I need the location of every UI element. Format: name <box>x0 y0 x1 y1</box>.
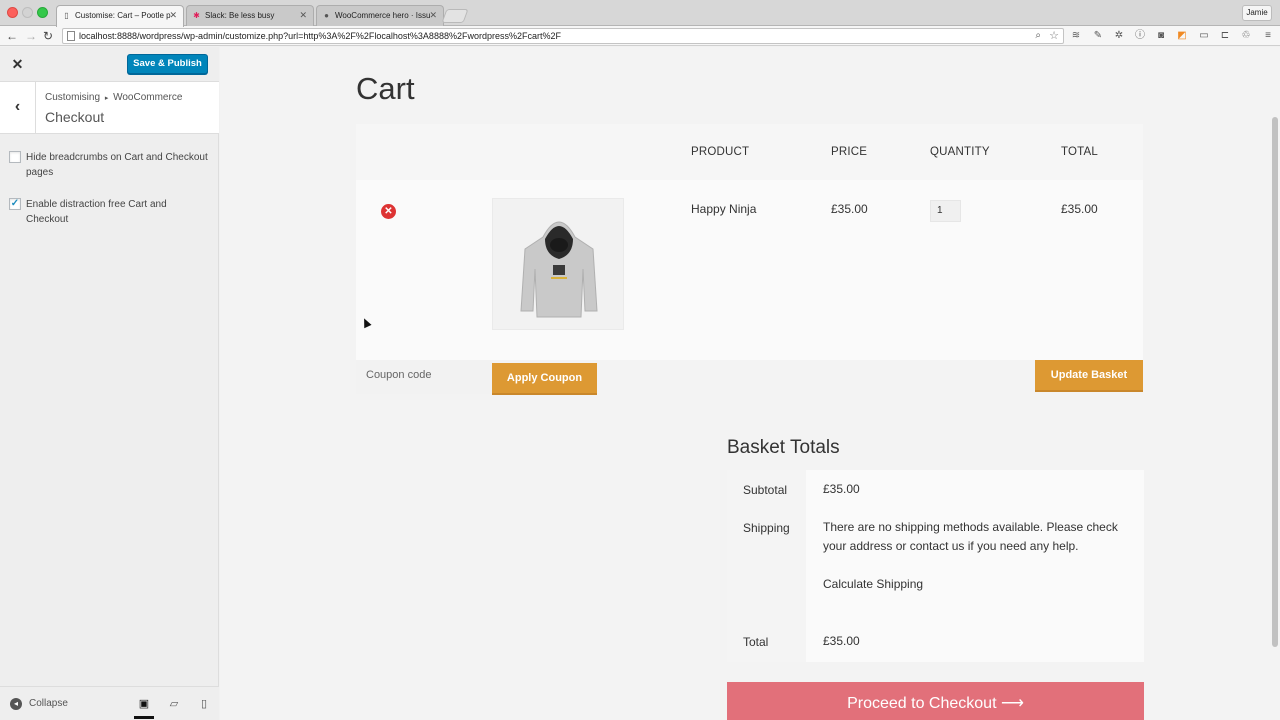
mobile-preview-icon[interactable]: ▯ <box>194 695 214 715</box>
back-icon[interactable]: ← <box>6 27 18 45</box>
tab-title: Customise: Cart – Pootle p <box>75 11 171 20</box>
checkout-label: Proceed to Checkout <box>847 695 997 712</box>
shipping-message: There are no shipping methods available.… <box>823 520 1118 553</box>
tab-title: WooCommerce hero · Issu <box>335 11 431 20</box>
tab-title: Slack: Be less busy <box>205 11 275 20</box>
col-total: TOTAL <box>1061 146 1098 158</box>
chart-extension-icon[interactable]: ◩ <box>1176 30 1188 42</box>
option-distraction-free[interactable]: ✓ Enable distraction free Cart and Check… <box>9 197 209 227</box>
page-info-icon <box>67 31 75 41</box>
cast-extension-icon[interactable]: ⊏ <box>1219 30 1231 42</box>
pocket-extension-icon[interactable]: ♲ <box>1240 30 1252 42</box>
bookmark-star-icon[interactable]: ☆ <box>1049 29 1059 43</box>
col-price: PRICE <box>831 146 868 158</box>
camera-extension-icon[interactable]: ◙ <box>1155 30 1167 42</box>
bug-extension-icon[interactable]: ✲ <box>1113 30 1125 42</box>
customizer-footer: ◂ Collapse ▣ ▱ ▯ <box>0 686 219 720</box>
hoodie-image <box>520 221 598 318</box>
page-icon: ▯ <box>64 11 69 20</box>
product-subtotal: £35.00 <box>1061 202 1098 216</box>
menu-icon[interactable]: ≡ <box>1262 30 1274 42</box>
total-label: Total <box>743 635 769 649</box>
total-value: £35.00 <box>823 634 860 648</box>
basket-totals-title: Basket Totals <box>727 437 840 458</box>
distraction-free-checkbox[interactable]: ✓ <box>9 198 21 210</box>
customizer-sidebar: ✕ Save & Publish ‹ Customising ▸ WooComm… <box>0 47 219 720</box>
section-header: ‹ Customising ▸ WooCommerce Checkout <box>0 82 219 134</box>
close-icon[interactable]: ✕ <box>429 10 437 21</box>
reload-icon[interactable]: ↻ <box>43 27 53 45</box>
shipping-label: Shipping <box>743 521 790 535</box>
close-icon[interactable]: ✕ <box>169 10 177 21</box>
breadcrumb-section: WooCommerce <box>113 92 183 103</box>
proceed-to-checkout-button[interactable]: Proceed to Checkout ⟶ <box>727 682 1144 720</box>
tools-extension-icon[interactable]: ✎ <box>1092 30 1104 42</box>
cart-table-header: PRODUCT PRICE QUANTITY TOTAL <box>356 124 1143 180</box>
search-icon[interactable]: ⌕ <box>1035 29 1041 43</box>
table-row: ✕ Happy Ninja £35.00 1 £35.00 <box>356 180 1143 360</box>
window-minimize-icon[interactable] <box>22 7 33 18</box>
calculate-shipping-link[interactable]: Calculate Shipping <box>823 575 1133 594</box>
product-name-link[interactable]: Happy Ninja <box>691 202 756 216</box>
info-extension-icon[interactable]: ⓘ <box>1134 30 1146 42</box>
caret-right-icon: ▸ <box>104 95 109 102</box>
desktop-preview-icon[interactable]: ▣ <box>134 695 154 719</box>
coupon-code-input[interactable]: Coupon code <box>356 360 492 394</box>
remove-item-icon[interactable]: ✕ <box>381 204 396 219</box>
scrollbar[interactable] <box>1272 117 1278 647</box>
subtotal-value: £35.00 <box>823 482 860 496</box>
window-close-icon[interactable] <box>7 7 18 18</box>
col-quantity: QUANTITY <box>930 146 990 158</box>
basket-totals-table: Subtotal £35.00 Shipping There are no sh… <box>727 470 1144 662</box>
customizer-header: ✕ Save & Publish <box>0 47 219 82</box>
update-basket-button[interactable]: Update Basket <box>1035 360 1143 392</box>
layers-extension-icon[interactable]: ≋ <box>1070 30 1082 42</box>
site-preview: Cart PRODUCT PRICE QUANTITY TOTAL ✕ Happ… <box>220 47 1280 720</box>
profile-button[interactable]: Jamie <box>1242 5 1272 21</box>
back-chevron-icon[interactable]: ‹ <box>0 82 36 134</box>
browser-tab-bar: ▯ Customise: Cart – Pootle p ✕ ✱ Slack: … <box>0 0 1280 27</box>
browser-tab-slack[interactable]: ✱ Slack: Be less busy ✕ <box>186 5 314 26</box>
close-icon[interactable]: ✕ <box>299 10 307 21</box>
github-icon: ● <box>324 11 329 20</box>
breadcrumb-root: Customising <box>45 92 101 103</box>
quantity-input[interactable]: 1 <box>930 200 961 222</box>
section-title: Checkout <box>45 109 105 125</box>
window-maximize-icon[interactable] <box>37 7 48 18</box>
col-product: PRODUCT <box>691 146 750 158</box>
browser-toolbar: ← → ↻ localhost:8888/wordpress/wp-admin/… <box>0 26 1280 46</box>
option-label: Enable distraction free Cart and Checkou… <box>26 199 167 225</box>
address-bar[interactable]: localhost:8888/wordpress/wp-admin/custom… <box>62 28 1064 44</box>
slack-icon: ✱ <box>193 11 200 20</box>
totals-label-column <box>727 470 806 662</box>
new-tab-button[interactable] <box>441 9 469 23</box>
url-text: localhost:8888/wordpress/wp-admin/custom… <box>79 31 561 41</box>
breadcrumb: Customising ▸ WooCommerce <box>45 92 182 103</box>
collapse-arrow-icon[interactable]: ◂ <box>10 698 22 710</box>
close-customizer-icon[interactable]: ✕ <box>0 47 35 82</box>
apply-coupon-button[interactable]: Apply Coupon <box>492 363 597 395</box>
hide-breadcrumbs-checkbox[interactable] <box>9 151 21 163</box>
cart-table: PRODUCT PRICE QUANTITY TOTAL ✕ Happy Nin… <box>356 124 1143 360</box>
subtotal-label: Subtotal <box>743 483 788 497</box>
option-hide-breadcrumbs[interactable]: Hide breadcrumbs on Cart and Checkout pa… <box>9 150 209 180</box>
page-title: Cart <box>356 71 415 106</box>
product-price: £35.00 <box>831 202 868 216</box>
forward-icon[interactable]: → <box>25 27 37 45</box>
browser-tab-customise[interactable]: ▯ Customise: Cart – Pootle p ✕ <box>56 5 184 27</box>
tablet-preview-icon[interactable]: ▱ <box>164 695 184 715</box>
browser-tab-github[interactable]: ● WooCommerce hero · Issu ✕ <box>316 5 444 26</box>
product-thumbnail[interactable] <box>492 198 624 330</box>
arrow-right-icon: ⟶ <box>1000 695 1024 712</box>
screen-extension-icon[interactable]: ▭ <box>1198 30 1210 42</box>
save-publish-button[interactable]: Save & Publish <box>127 54 208 74</box>
collapse-label[interactable]: Collapse <box>29 698 68 709</box>
option-label: Hide breadcrumbs on Cart and Checkout pa… <box>26 152 208 178</box>
